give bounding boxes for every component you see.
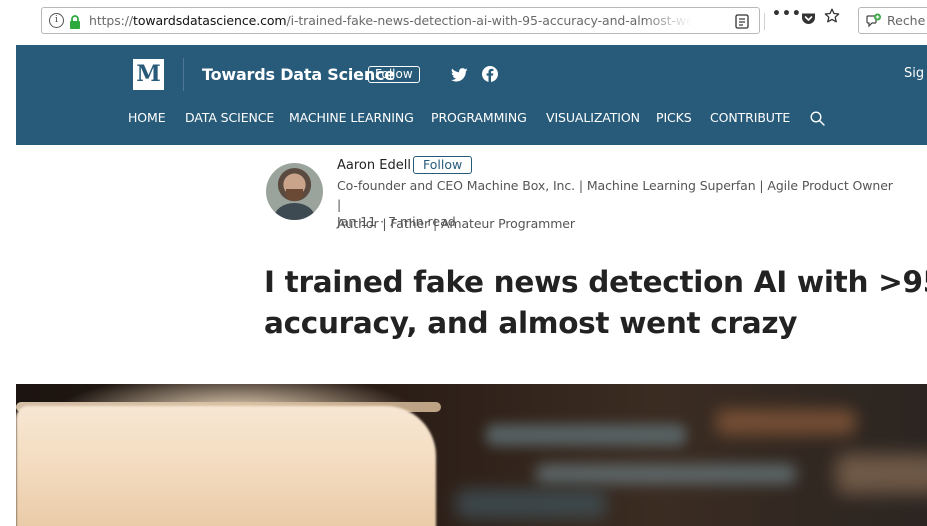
site-header: M Towards Data Science Follow Sig HOME D… (16, 45, 927, 145)
pocket-icon[interactable] (801, 10, 816, 29)
nav-visualization[interactable]: VISUALIZATION (546, 110, 640, 125)
nav-programming[interactable]: PROGRAMMING (431, 110, 527, 125)
star-icon[interactable] (824, 8, 840, 28)
author-name[interactable]: Aaron Edell (337, 158, 411, 173)
lock-icon[interactable] (69, 14, 81, 33)
address-bar[interactable]: i https://towardsdatascience.com/i-train… (41, 7, 765, 34)
more-icon[interactable]: ••• (772, 7, 802, 21)
medium-logo[interactable]: M (133, 59, 164, 90)
article-title-line-1: I trained fake news detection AI with >9… (264, 265, 927, 299)
search-box[interactable]: Reche (858, 7, 927, 34)
twitter-icon[interactable] (451, 67, 468, 86)
avatar-beard (286, 189, 303, 201)
author-avatar[interactable] (266, 163, 323, 220)
url-separator (764, 13, 765, 30)
hero-image (16, 384, 927, 526)
logo-divider (183, 58, 184, 91)
nav-home[interactable]: HOME (128, 110, 166, 125)
hero-lamp (16, 406, 436, 526)
info-icon[interactable]: i (49, 13, 64, 28)
follow-publication-button[interactable]: Follow (368, 66, 420, 83)
url-path: /i-trained-fake-news-detection-ai-with-9… (286, 13, 701, 28)
nav-picks[interactable]: PICKS (656, 110, 692, 125)
article-title-line-2: accuracy, and almost went crazy (264, 306, 798, 340)
signin-link[interactable]: Sig (904, 66, 924, 81)
url-domain: towardsdatascience.com (133, 13, 287, 28)
search-engine-icon (866, 13, 882, 32)
url-text[interactable]: https://towardsdatascience.com/i-trained… (89, 8, 701, 33)
author-bio-line-1: Co-founder and CEO Machine Box, Inc. | M… (337, 178, 893, 212)
facebook-icon[interactable] (482, 66, 498, 86)
hero-bokeh-3 (716, 409, 856, 435)
nav-machine-learning[interactable]: MACHINE LEARNING (289, 110, 414, 125)
url-fade (642, 9, 704, 32)
post-meta: Jan 11 · 7 min read (337, 214, 456, 229)
url-protocol: https:// (89, 13, 134, 28)
article-title: I trained fake news detection AI with >9… (264, 262, 927, 344)
hero-bokeh-1 (486, 424, 686, 446)
publication-name[interactable]: Towards Data Science (202, 65, 395, 84)
avatar-shirt (274, 203, 315, 220)
browser-toolbar: i https://towardsdatascience.com/i-train… (0, 0, 927, 45)
search-placeholder[interactable]: Reche (887, 8, 925, 33)
nav-contribute[interactable]: CONTRIBUTE (710, 110, 790, 125)
hero-bokeh-4 (836, 454, 927, 494)
follow-author-button[interactable]: Follow (413, 156, 473, 174)
reader-view-icon[interactable] (735, 14, 749, 33)
hero-bokeh-2 (536, 464, 796, 484)
hero-bokeh-5 (456, 489, 606, 519)
nav-data-science[interactable]: DATA SCIENCE (185, 110, 274, 125)
search-icon[interactable] (810, 111, 825, 130)
